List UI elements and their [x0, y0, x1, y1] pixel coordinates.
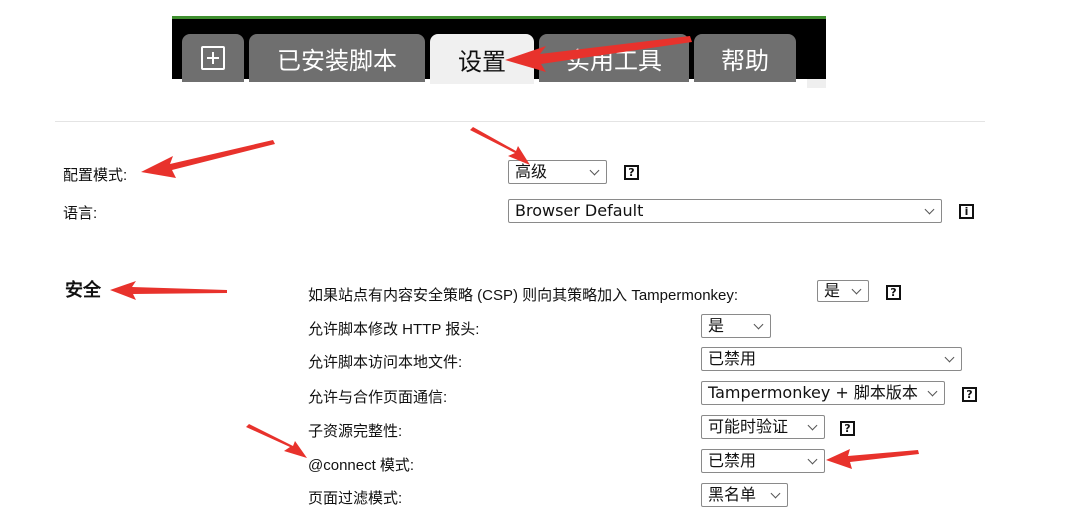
chevron-down-icon [770, 488, 781, 499]
plus-square-icon [201, 46, 225, 70]
chevron-down-icon [589, 165, 600, 176]
chevron-down-icon [944, 352, 955, 363]
tabbar-edge [807, 79, 826, 88]
http-headers-select[interactable]: 是 [701, 314, 771, 338]
http-headers-value: 是 [708, 316, 725, 335]
config-mode-value: 高级 [515, 162, 548, 181]
chevron-down-icon [807, 454, 818, 465]
help-icon[interactable]: ? [886, 285, 901, 300]
page-filter-label: 页面过滤模式: [308, 490, 403, 507]
tab-installed-scripts[interactable]: 已安装脚本 [249, 34, 425, 82]
csp-label: 如果站点有内容安全策略 (CSP) 则向其策略加入 Tampermonkey: [308, 287, 739, 304]
annotation-arrow-icon [246, 424, 307, 458]
csp-select[interactable]: 是 [817, 280, 869, 302]
annotation-arrow-icon [141, 140, 275, 178]
config-mode-select[interactable]: 高级 [508, 160, 607, 184]
info-icon[interactable]: i [959, 204, 974, 219]
language-label: 语言: [63, 205, 98, 222]
cooperate-value: Tampermonkey + 脚本版本 [708, 383, 918, 402]
annotation-arrow-icon [826, 449, 919, 469]
http-headers-label: 允许脚本修改 HTTP 报头: [308, 321, 480, 338]
chevron-down-icon [807, 420, 818, 431]
connect-mode-select[interactable]: 已禁用 [701, 449, 825, 473]
tab-help[interactable]: 帮助 [694, 34, 796, 82]
csp-value: 是 [824, 281, 841, 300]
tab-settings[interactable]: 设置 [430, 34, 534, 84]
language-value: Browser Default [515, 201, 644, 220]
cooperate-select[interactable]: Tampermonkey + 脚本版本 [701, 381, 945, 405]
config-mode-label: 配置模式: [63, 167, 128, 184]
divider [55, 121, 985, 122]
local-files-value: 已禁用 [708, 349, 757, 368]
page-filter-value: 黑名单 [708, 485, 757, 504]
cooperate-label: 允许与合作页面通信: [308, 389, 448, 406]
local-files-select[interactable]: 已禁用 [701, 347, 962, 371]
connect-mode-label: @connect 模式: [308, 457, 415, 474]
connect-mode-value: 已禁用 [708, 451, 757, 470]
chevron-down-icon [753, 319, 764, 330]
language-select[interactable]: Browser Default [508, 199, 942, 223]
chevron-down-icon [924, 204, 935, 215]
annotation-arrow-icon [110, 281, 227, 300]
local-files-label: 允许脚本访问本地文件: [308, 354, 463, 371]
page-filter-select[interactable]: 黑名单 [701, 483, 788, 507]
tab-utilities[interactable]: 实用工具 [539, 34, 689, 82]
sri-label: 子资源完整性: [308, 423, 403, 440]
help-icon[interactable]: ? [962, 387, 977, 402]
sri-select[interactable]: 可能时验证 [701, 415, 825, 439]
security-section-title: 安全 [65, 280, 101, 301]
chevron-down-icon [927, 386, 938, 397]
sri-value: 可能时验证 [708, 417, 789, 436]
tab-bar: 已安装脚本 设置 实用工具 帮助 [172, 16, 826, 84]
tab-add-script[interactable] [182, 34, 244, 82]
help-icon[interactable]: ? [840, 421, 855, 436]
chevron-down-icon [851, 284, 862, 295]
help-icon[interactable]: ? [624, 165, 639, 180]
